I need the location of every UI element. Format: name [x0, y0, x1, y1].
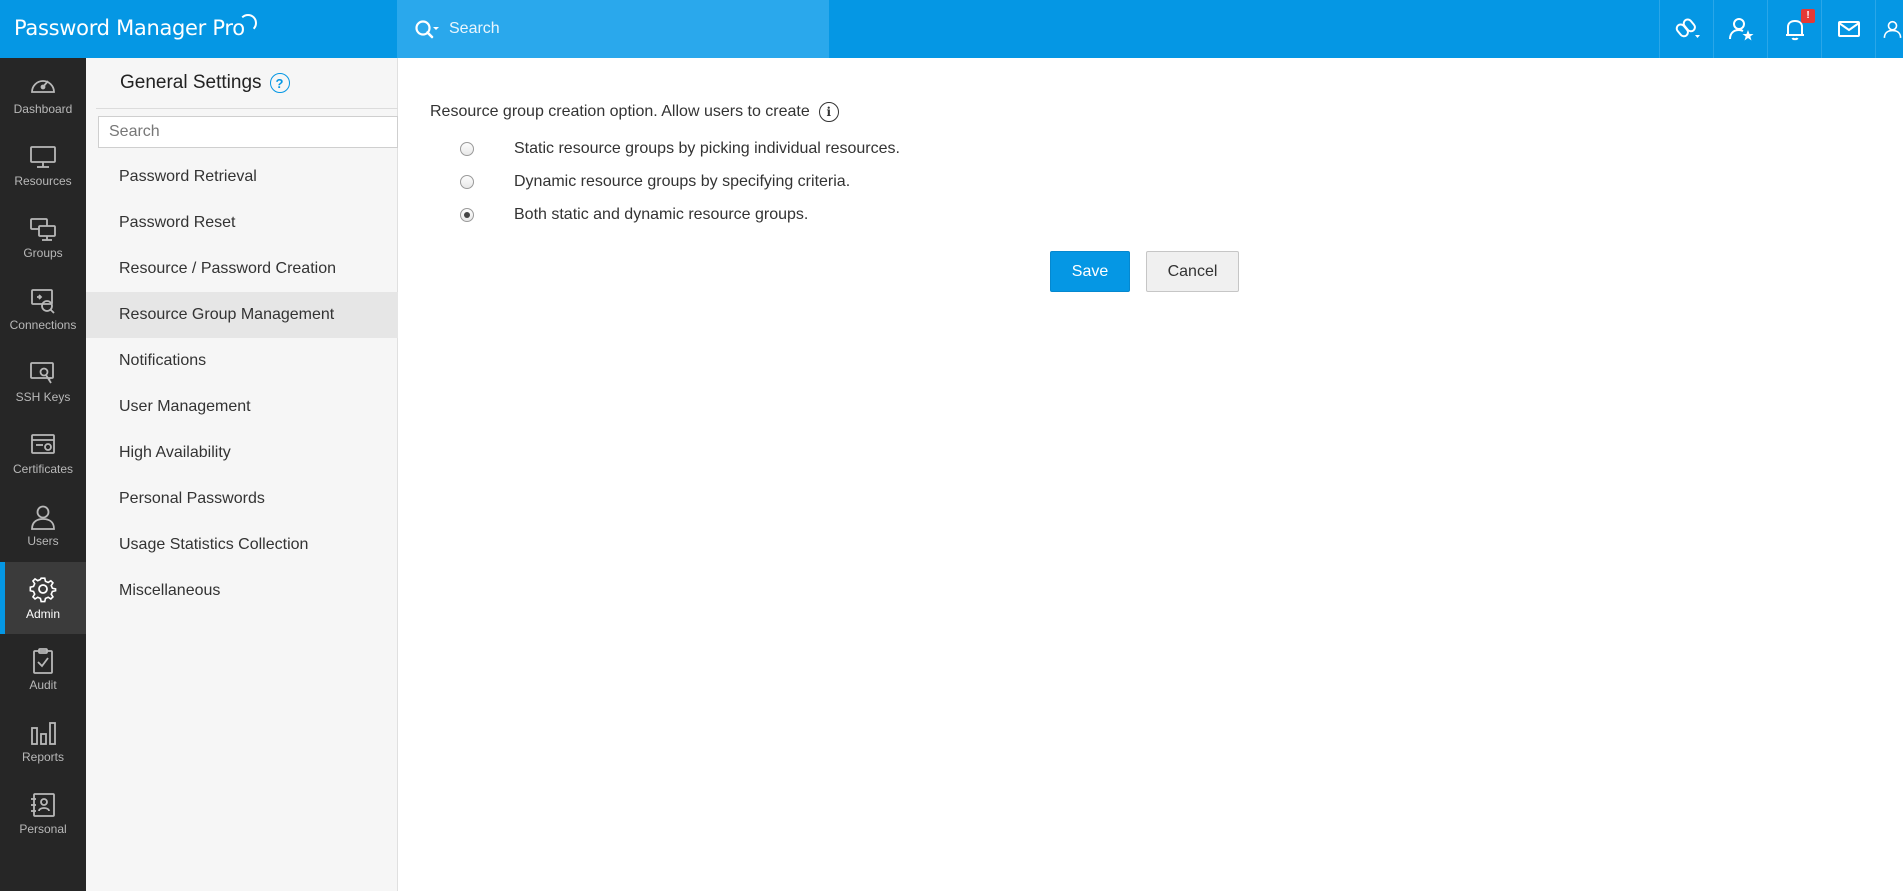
settings-item-notifications[interactable]: Notifications	[86, 338, 398, 384]
mail-icon[interactable]	[1821, 0, 1875, 58]
nav-label: Certificates	[12, 462, 74, 476]
nav-label: Audit	[29, 678, 57, 692]
settings-menu: Password Retrieval Password Reset Resour…	[86, 154, 398, 614]
top-icons: !	[1659, 0, 1903, 58]
settings-item-password-retrieval[interactable]: Password Retrieval	[86, 154, 398, 200]
nav-label: Users	[27, 534, 59, 548]
settings-item-resource-password-creation[interactable]: Resource / Password Creation	[86, 246, 398, 292]
nav-label: Dashboard	[13, 102, 73, 116]
settings-item-resource-group-management[interactable]: Resource Group Management	[86, 292, 398, 338]
user-star-icon[interactable]	[1713, 0, 1767, 58]
option-label: Dynamic resource groups by specifying cr…	[514, 173, 851, 190]
radio-static[interactable]	[460, 142, 474, 156]
nav-ssh-keys[interactable]: SSH Keys	[0, 346, 86, 418]
settings-item-high-availability[interactable]: High Availability	[86, 430, 398, 476]
option-dynamic[interactable]: Dynamic resource groups by specifying cr…	[460, 173, 850, 191]
help-icon[interactable]: ?	[269, 73, 290, 93]
notification-badge: !	[1801, 9, 1815, 23]
nav-connections[interactable]: Connections	[0, 274, 86, 346]
global-search	[397, 0, 829, 58]
nav-audit[interactable]: Audit	[0, 634, 86, 706]
option-heading-text: Resource group creation option. Allow us…	[430, 103, 810, 120]
nav-label: Connections	[9, 318, 77, 332]
save-button[interactable]: Save	[1050, 251, 1130, 292]
nav-groups[interactable]: Groups	[0, 202, 86, 274]
cancel-button[interactable]: Cancel	[1146, 251, 1239, 292]
radio-dynamic[interactable]	[460, 175, 474, 189]
nav-reports[interactable]: Reports	[0, 706, 86, 778]
nav-personal[interactable]: Personal	[0, 778, 86, 850]
ssh-key-icon	[30, 362, 54, 384]
link-icon[interactable]	[1659, 0, 1713, 58]
settings-panel: General Settings ? Password Retrieval Pa…	[86, 58, 398, 891]
settings-title-text: General Settings	[120, 72, 262, 93]
nav-dashboard[interactable]: Dashboard	[0, 58, 86, 130]
settings-item-personal-passwords[interactable]: Personal Passwords	[86, 476, 398, 522]
main-nav: Dashboard Resources Groups Connections S…	[0, 58, 86, 891]
nav-resources[interactable]: Resources	[0, 130, 86, 202]
option-label: Static resource groups by picking indivi…	[514, 140, 900, 157]
nav-label: Admin	[25, 607, 60, 621]
groups-icon	[30, 218, 56, 241]
top-bar: Password Manager Pro Search !	[0, 0, 1903, 58]
nav-label: Reports	[21, 750, 65, 764]
main-content: Resource group creation option. Allow us…	[398, 58, 1903, 891]
global-search-input[interactable]	[449, 20, 809, 38]
settings-item-miscellaneous[interactable]: Miscellaneous	[86, 568, 398, 614]
option-both[interactable]: Both static and dynamic resource groups.	[460, 206, 808, 224]
nav-label: SSH Keys	[15, 390, 71, 404]
radio-both[interactable]	[460, 208, 474, 222]
bar-chart-icon	[31, 722, 56, 745]
info-icon[interactable]: i	[818, 102, 839, 122]
settings-title: General Settings ?	[120, 72, 290, 94]
settings-item-usage-statistics-collection[interactable]: Usage Statistics Collection	[86, 522, 398, 568]
nav-label: Resources	[14, 174, 72, 188]
clipboard-check-icon	[33, 648, 53, 674]
app-logo[interactable]: Password Manager Pro	[14, 13, 257, 43]
contact-book-icon	[31, 793, 55, 817]
nav-certificates[interactable]: Certificates	[0, 418, 86, 490]
app-title: Password Manager Pro	[14, 16, 245, 40]
nav-users[interactable]: Users	[0, 490, 86, 562]
option-label: Both static and dynamic resource groups.	[514, 206, 809, 223]
settings-search-input[interactable]	[98, 116, 398, 148]
search-icon[interactable]	[411, 14, 441, 44]
connections-icon	[31, 289, 55, 314]
nav-label: Personal	[19, 822, 67, 836]
nav-admin[interactable]: Admin	[0, 562, 86, 634]
logo-arc-icon	[238, 14, 257, 32]
dashboard-icon	[31, 80, 55, 93]
nav-label: Groups	[23, 246, 63, 260]
option-static[interactable]: Static resource groups by picking indivi…	[460, 140, 900, 158]
bell-icon[interactable]: !	[1767, 0, 1821, 58]
settings-item-password-reset[interactable]: Password Reset	[86, 200, 398, 246]
user-icon	[31, 505, 55, 530]
divider	[96, 108, 398, 109]
user-icon[interactable]	[1875, 0, 1903, 58]
gear-icon	[29, 577, 57, 603]
option-heading: Resource group creation option. Allow us…	[430, 102, 839, 122]
settings-item-user-management[interactable]: User Management	[86, 384, 398, 430]
monitor-icon	[30, 146, 56, 168]
certificate-icon	[31, 434, 55, 454]
